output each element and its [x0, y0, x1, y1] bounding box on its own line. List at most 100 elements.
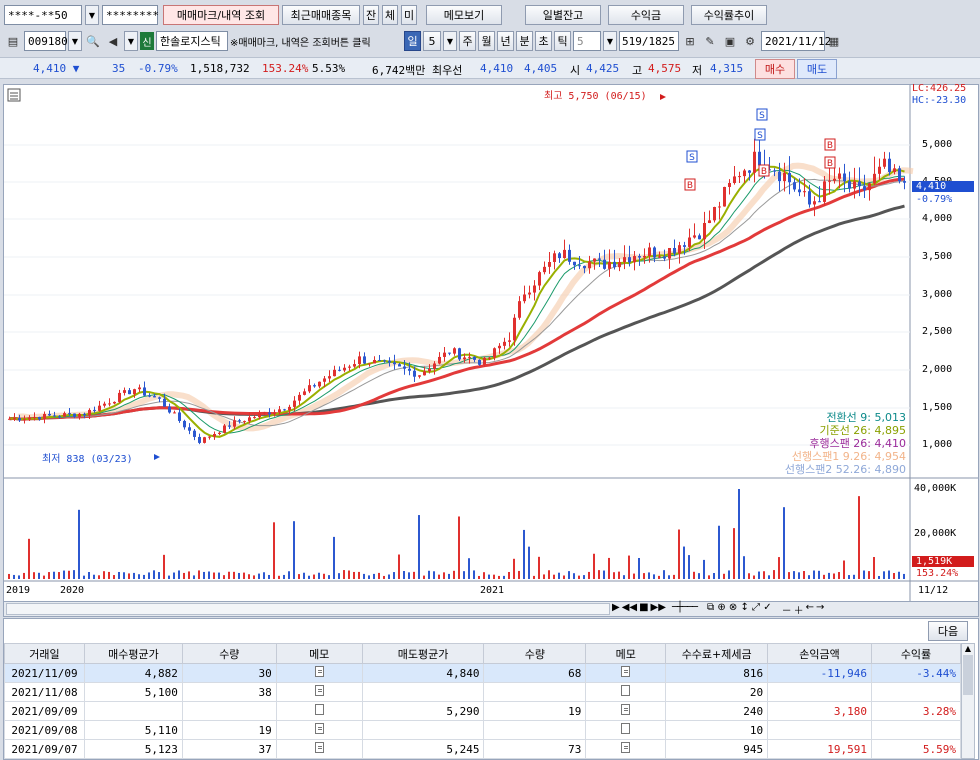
move-right-icon[interactable]: →	[816, 602, 824, 617]
scroll-next-icon[interactable]: ▶	[612, 602, 620, 617]
table-scrollbar[interactable]: ▲	[961, 643, 975, 759]
period-week[interactable]: 주	[459, 31, 476, 51]
date-input[interactable]: 2021/11/12	[761, 31, 831, 51]
move-left-icon[interactable]: ←	[806, 602, 814, 617]
cell-sell-memo[interactable]	[585, 720, 667, 740]
candle-body	[403, 366, 406, 369]
save-icon[interactable]: ▣	[721, 31, 739, 51]
zoom-in-icon[interactable]: ＋	[794, 602, 804, 617]
table-row[interactable]: 2021/11/08 5,100 38 20	[4, 682, 961, 702]
volume-bar	[393, 572, 395, 579]
speaker-icon[interactable]: ◀	[104, 31, 122, 51]
period-minute[interactable]: 분	[516, 31, 533, 51]
memo-icon[interactable]	[314, 742, 324, 753]
period-month[interactable]: 월	[478, 31, 495, 51]
interval-dropdown-icon[interactable]: ▼	[603, 31, 617, 51]
memo-icon[interactable]	[314, 685, 324, 696]
col-buy-memo[interactable]: 메모	[275, 643, 363, 664]
filled-button[interactable]: 체	[382, 5, 398, 25]
balance-button[interactable]: 잔	[363, 5, 379, 25]
price-tick: 2,500	[922, 326, 953, 337]
cell-sell-memo[interactable]	[585, 682, 667, 702]
chart-tool-icon[interactable]: ⧉ ⊕ ⊗ ↕ ⤢ ✓	[707, 602, 772, 617]
cell-sell-memo[interactable]	[585, 739, 667, 759]
memo-icon[interactable]	[314, 666, 324, 677]
zoom-out-icon[interactable]: －	[782, 602, 792, 617]
cell-buy-memo[interactable]	[275, 701, 363, 721]
col-buy-qty[interactable]: 수량	[181, 643, 277, 664]
period-day[interactable]: 일	[404, 31, 421, 51]
cell-buy-memo[interactable]	[275, 739, 363, 759]
account-dropdown-icon[interactable]: ▼	[85, 5, 99, 25]
col-buy-avg[interactable]: 매수평균가	[83, 643, 183, 664]
col-fee[interactable]: 수수료+제세금	[665, 643, 769, 664]
memo-icon[interactable]	[621, 685, 631, 696]
period-day-count[interactable]: 5	[423, 31, 441, 51]
chart-scrollbar[interactable]	[6, 603, 610, 615]
return-trend-button[interactable]: 수익률추이	[691, 5, 767, 25]
table-scroll-thumb[interactable]	[963, 655, 973, 695]
col-rate[interactable]: 수익률	[871, 643, 961, 664]
daily-balance-button[interactable]: 일별잔고	[525, 5, 601, 25]
period-second[interactable]: 초	[535, 31, 552, 51]
candle-body	[408, 368, 411, 371]
indicator-icon[interactable]: ⊞	[681, 31, 699, 51]
fast-forward-icon[interactable]: ▶▶	[651, 602, 666, 617]
next-button[interactable]: 다음	[928, 621, 968, 641]
search-icon[interactable]: 🔍	[84, 31, 102, 51]
memo-icon[interactable]	[621, 666, 631, 677]
legend-entry: 선행스팬2 52.26: 4,890	[784, 463, 906, 476]
zoom-slider-icon[interactable]: ─┼───	[672, 602, 698, 617]
gear-icon[interactable]: ⚙	[741, 31, 759, 51]
recent-trades-button[interactable]: 최근매매종목	[282, 5, 360, 25]
period-tick[interactable]: 틱	[554, 31, 571, 51]
price-chart-panel[interactable]: SSSBBBB LC:426.25 HC:-23.30 5,0004,5004,…	[3, 83, 979, 602]
volume-bar	[428, 570, 430, 579]
col-sell-qty[interactable]: 수량	[483, 643, 587, 664]
period-year[interactable]: 년	[497, 31, 514, 51]
table-row[interactable]: 2021/09/08 5,110 19 10	[4, 720, 961, 740]
candle-body	[168, 406, 171, 413]
speaker-dropdown-icon[interactable]: ▼	[124, 31, 138, 51]
col-pnl[interactable]: 손익금액	[767, 643, 872, 664]
table-row[interactable]: 2021/09/07 5,123 37 5,245 73 945 19,591 5.59%	[4, 739, 961, 759]
cell-buy-memo[interactable]	[275, 720, 363, 740]
buy-button[interactable]: 매수	[755, 59, 795, 79]
candle-body	[443, 352, 446, 357]
calendar-icon[interactable]: ▦	[827, 31, 841, 51]
stock-code-input[interactable]: 009180	[24, 31, 68, 51]
unfilled-button[interactable]: 미	[401, 5, 417, 25]
scroll-rewind-icon[interactable]: ◀◀	[622, 602, 637, 617]
account-select[interactable]: ****-**50	[4, 5, 82, 25]
memo-icon[interactable]	[621, 723, 631, 734]
memo-icon[interactable]	[314, 723, 324, 734]
sell-button[interactable]: 매도	[797, 59, 837, 79]
profit-button[interactable]: 수익금	[608, 5, 684, 25]
trade-marks-query-button[interactable]: 매매마크/내역 조회	[163, 5, 279, 25]
memo-icon[interactable]	[314, 704, 324, 715]
table-row[interactable]: 2021/09/09 5,290 19 240 3,180 3.28%	[4, 701, 961, 721]
cell-sell-memo[interactable]	[585, 663, 667, 683]
password-input[interactable]: ********	[102, 5, 159, 25]
col-sell-memo[interactable]: 메모	[585, 643, 667, 664]
stock-list-icon[interactable]: ▤	[4, 31, 22, 51]
cell-buy-memo[interactable]	[275, 682, 363, 702]
day-count-dropdown-icon[interactable]: ▼	[443, 31, 457, 51]
price-chart[interactable]: SSSBBBB	[4, 85, 978, 601]
memo-icon[interactable]	[621, 704, 631, 715]
memo-icon[interactable]	[621, 742, 631, 753]
volume-bar	[678, 529, 680, 579]
table-row[interactable]: 2021/11/09 4,882 30 4,840 68 816 -11,946 -3.44%	[4, 663, 961, 683]
scroll-up-icon[interactable]: ▲	[962, 644, 974, 653]
volume-bar	[98, 575, 100, 579]
cell-buy-memo[interactable]	[275, 663, 363, 683]
col-sell-avg[interactable]: 매도평균가	[361, 643, 485, 664]
stop-icon[interactable]: ■	[639, 602, 648, 617]
stock-name-field[interactable]: 한솔로지스틱	[156, 31, 228, 51]
drawing-tool-icon[interactable]: ✎	[701, 31, 719, 51]
col-date[interactable]: 거래일	[4, 643, 85, 664]
memo-view-button[interactable]: 메모보기	[426, 5, 502, 25]
interval-input[interactable]: 5	[573, 31, 601, 51]
code-dropdown-icon[interactable]: ▼	[68, 31, 82, 51]
cell-sell-memo[interactable]	[585, 701, 667, 721]
